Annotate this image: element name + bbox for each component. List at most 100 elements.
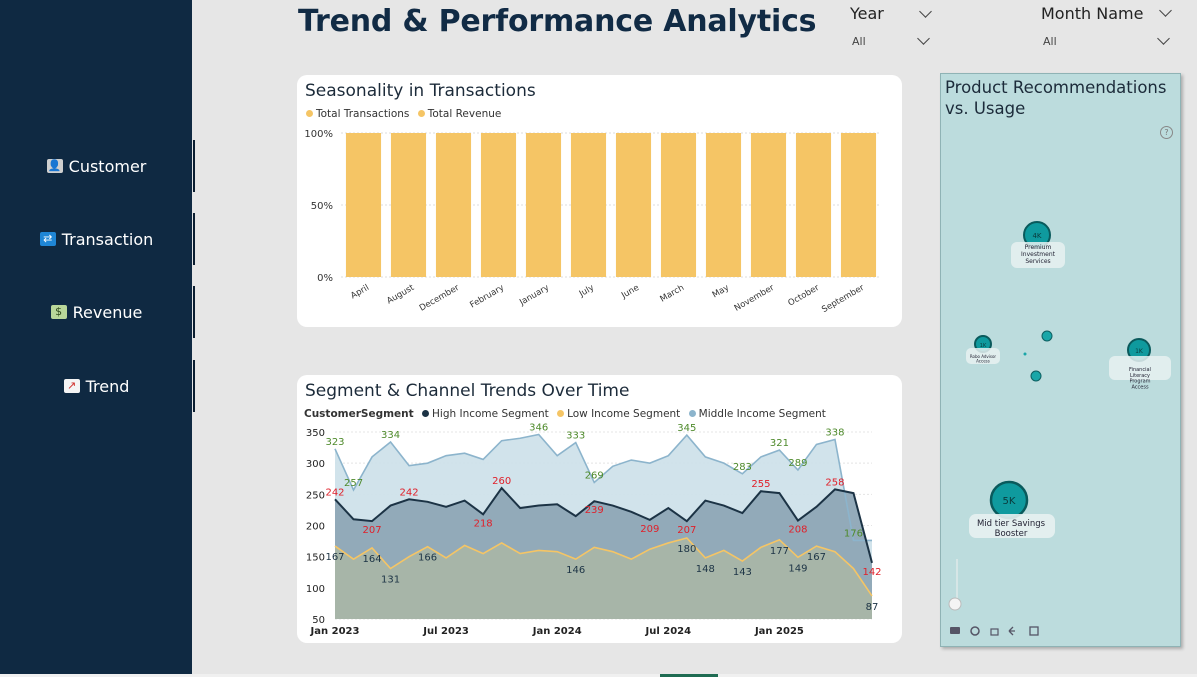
screen-icon[interactable] (950, 627, 960, 634)
y-tick-label: 200 (306, 522, 325, 533)
data-label: 177 (770, 546, 789, 557)
year-slicer-label: Year (850, 4, 884, 23)
bubble-label-line: Booster (995, 529, 1028, 539)
zoom-slider-handle[interactable] (948, 597, 962, 611)
data-label: 87 (866, 602, 879, 613)
refresh-icon[interactable] (970, 626, 980, 636)
data-label: 260 (492, 476, 511, 487)
data-label: 131 (381, 575, 400, 586)
y-tick-label: 300 (306, 459, 325, 470)
bar (345, 133, 382, 277)
bubble-node[interactable] (1041, 330, 1053, 342)
bubble-node[interactable] (1023, 352, 1027, 356)
data-label: 258 (825, 477, 844, 488)
data-label: 321 (770, 438, 789, 449)
x-tick-label: July (577, 283, 596, 300)
x-tick-label: June (619, 283, 641, 301)
person-icon: 👤 (46, 159, 63, 173)
bubble-node[interactable] (1030, 370, 1042, 382)
y-tick-label: 150 (306, 553, 325, 564)
x-tick-label: Jan 2023 (310, 626, 360, 637)
x-tick-label: Jan 2025 (754, 626, 804, 637)
month-name-slicer[interactable]: Month Name All (1041, 4, 1175, 48)
trend-chart-icon: ↗ (63, 379, 80, 393)
bubble-value: 4K (1032, 232, 1041, 240)
bar (750, 133, 787, 277)
bubble-label-line: Access (976, 359, 990, 364)
product-recommendations-panel[interactable]: Product Recommendations vs. Usage ? 4K P… (940, 73, 1181, 647)
nav-transaction-button[interactable]: ⇄ Transaction (0, 213, 195, 265)
save-icon[interactable] (1029, 626, 1039, 636)
decomp-bubble-canvas[interactable]: 4K Premium Investment Services 1K Robo Adv… (941, 74, 1180, 646)
chevron-down-icon[interactable] (1159, 4, 1172, 17)
bar (525, 133, 562, 277)
data-label: 164 (362, 554, 381, 565)
data-label: 257 (344, 478, 363, 489)
data-label: 346 (529, 422, 548, 433)
chevron-down-icon[interactable] (1157, 32, 1170, 45)
data-label: 239 (585, 505, 604, 516)
y-tick-label: 50 (312, 615, 325, 626)
data-label: 242 (325, 487, 344, 498)
bar (705, 133, 742, 277)
y-tick-label: 0% (317, 273, 333, 284)
data-label: 146 (566, 565, 585, 576)
month-slicer-label: Month Name (1041, 4, 1144, 23)
nav-revenue-button[interactable]: $ Revenue (0, 286, 195, 338)
data-label: 289 (788, 458, 807, 469)
x-tick-label: January (517, 283, 551, 308)
data-label: 334 (381, 430, 400, 441)
data-label: 333 (566, 431, 585, 442)
data-label: 218 (474, 518, 493, 529)
bubble-label: Premium Investment Services (1021, 244, 1056, 265)
bubble-label-line: Mid tier Savings (977, 519, 1046, 529)
x-tick-label: March (659, 283, 686, 305)
nav-revenue-label: Revenue (72, 302, 143, 322)
data-label: 166 (418, 553, 437, 564)
undo-icon[interactable] (1008, 626, 1015, 636)
seasonality-card[interactable]: Seasonality in Transactions Total Transa… (297, 75, 902, 327)
x-tick-label: October (787, 283, 822, 309)
nav-trend-label: Trend (85, 376, 130, 396)
data-label: 242 (400, 487, 419, 498)
bubble-value: 1K (1135, 348, 1144, 355)
x-tick-label: April (349, 283, 371, 301)
y-tick-label: 100 (306, 584, 325, 595)
x-tick-label: August (385, 283, 416, 307)
x-tick-label: Jul 2024 (645, 626, 692, 637)
data-label: 149 (788, 563, 807, 574)
bar (435, 133, 472, 277)
bubble-value: 5K (1003, 496, 1016, 507)
month-slicer-value[interactable]: All (1043, 35, 1057, 48)
data-label: 143 (733, 567, 752, 578)
nav-trend-button[interactable]: ↗ Trend (0, 360, 195, 412)
x-tick-label: May (711, 283, 731, 300)
x-tick-label: November (733, 283, 777, 314)
data-label: 207 (677, 525, 696, 536)
bar (390, 133, 427, 277)
nav-customer-button[interactable]: 👤 Customer (0, 140, 195, 192)
x-tick-label: February (468, 283, 506, 310)
bar (615, 133, 652, 277)
seasonality-bar-chart[interactable]: 0% 50% 100% April August December February Janu… (297, 75, 902, 327)
sidebar-nav: 👤 Customer ⇄ Transaction $ Revenue ↗ Tre… (0, 0, 195, 677)
y-tick-label: 50% (311, 201, 333, 212)
year-slicer-value[interactable]: All (852, 35, 866, 48)
nav-customer-label: Customer (68, 156, 147, 176)
data-label: 209 (640, 524, 659, 535)
segment-trends-card[interactable]: Segment & Channel Trends Over Time Custo… (297, 375, 902, 643)
page-title: Trend & Performance Analytics (298, 4, 817, 39)
data-label: 255 (751, 479, 770, 490)
chevron-down-icon[interactable] (919, 5, 932, 18)
bubble-label: Financial Literacy Program Access (1129, 367, 1151, 390)
year-slicer[interactable]: Year All (850, 4, 934, 48)
x-tick-label: Jul 2023 (422, 626, 469, 637)
segment-area-chart[interactable]: 50 100 150 200 250 300 350 Jan 2023 Jul 2023 Jan … (297, 375, 902, 643)
bar (480, 133, 517, 277)
unlock-icon[interactable] (990, 628, 999, 636)
chevron-down-icon[interactable] (917, 32, 930, 45)
data-label: 176 (844, 528, 863, 539)
data-label: 148 (696, 564, 715, 575)
y-tick-label: 350 (306, 428, 325, 439)
bubble-label-line: Services (1025, 258, 1050, 265)
